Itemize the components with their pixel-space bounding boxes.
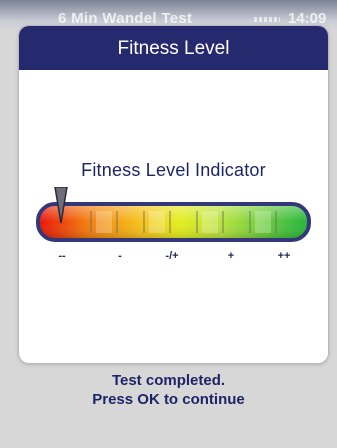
fitness-gradient-bar: [36, 202, 311, 242]
indicator-label: Fitness Level Indicator: [81, 160, 266, 180]
dialog-title: Fitness Level: [19, 26, 328, 70]
status-message: Test completed. Press OK to continue: [0, 371, 337, 409]
fitness-level-dialog: Fitness Level Fitness Level Indicator --…: [19, 26, 328, 363]
status-line-2: Press OK to continue: [92, 391, 245, 408]
tick-high: +: [227, 250, 235, 262]
background-clock: 14:09: [288, 10, 327, 27]
status-line-1: Test completed.: [111, 372, 226, 389]
down-pointer-icon: [54, 187, 68, 224]
background-window-title: 6 Min Wandel Test: [58, 10, 193, 27]
tick-average: -/+: [165, 250, 179, 262]
level-ticks: -- - -/+ + ++: [19, 250, 328, 266]
tick-low: -: [118, 250, 122, 262]
tick-very-low: --: [58, 250, 66, 262]
tick-very-high: ++: [277, 250, 291, 262]
signal-icon: [254, 17, 280, 22]
